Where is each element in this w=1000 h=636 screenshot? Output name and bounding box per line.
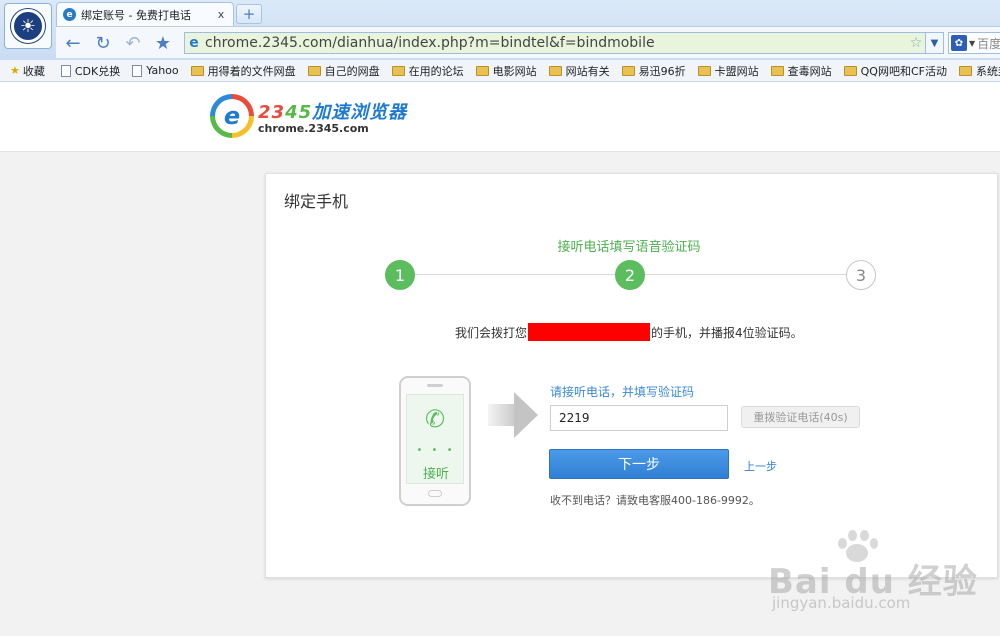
new-tab-button[interactable]: + <box>236 4 262 24</box>
redacted-phone-number <box>528 323 651 341</box>
bookmark-label: 用得着的文件网盘 <box>207 64 296 78</box>
tab-close-icon[interactable]: x <box>215 8 227 21</box>
undo-close-icon[interactable]: ↶ <box>122 32 144 54</box>
tab-favicon-icon: e <box>63 8 76 21</box>
search-engine-dropdown-icon[interactable]: ▼ <box>969 39 975 48</box>
dial-notice: 我们会拨打您 的手机，并播报4位验证码。 <box>455 323 803 341</box>
bookmark-label: CDK兑换 <box>74 64 121 78</box>
bookmark-label: 系统封装 <box>975 64 1000 78</box>
phone-illustration: ✆ • • • 接听 <box>399 376 471 506</box>
step-3: 3 <box>846 260 876 290</box>
star-icon: ★ <box>10 64 20 77</box>
answer-label: 接听 <box>422 467 449 482</box>
step-1: 1 <box>385 260 415 290</box>
bookmark-label: 在用的论坛 <box>408 64 464 78</box>
bookmark-label: 收藏 <box>22 64 45 78</box>
bookmark-item[interactable]: QQ网吧和CF活动 <box>843 63 947 79</box>
bookmark-label: Yahoo <box>146 64 179 77</box>
next-step-button[interactable]: 下一步 <box>549 449 729 479</box>
bookmark-item[interactable]: 电影网站 <box>475 63 537 79</box>
url-text[interactable]: chrome.2345.com/dianhua/index.php?m=bind… <box>203 35 907 51</box>
bookmark-label: 查毒网站 <box>787 64 832 78</box>
navigation-bar: ← ↻ ↶ ★ e chrome.2345.com/dianhua/index.… <box>56 26 1000 58</box>
bookmarks-bar: ★ 收藏 CDK兑换 Yahoo 用得着的文件网盘 自己的网盘 在用的论坛 电影网站 网站有关 易… <box>0 60 1000 82</box>
bookmark-label: 自己的网盘 <box>324 64 380 78</box>
bookmark-item[interactable]: 在用的论坛 <box>391 63 464 79</box>
folder-icon <box>391 65 405 76</box>
step-2: 2 <box>615 260 645 290</box>
browser-logo-icon: ☀ <box>11 9 45 43</box>
folder-icon <box>621 65 635 76</box>
step-caption: 接听电话填写语音验证码 <box>557 240 701 255</box>
bookmark-label: QQ网吧和CF活动 <box>860 64 947 78</box>
bookmark-item[interactable]: 网站有关 <box>548 63 610 79</box>
address-bar[interactable]: e chrome.2345.com/dianhua/index.php?m=bi… <box>184 32 944 54</box>
folder-icon <box>843 65 857 76</box>
watermark-url: jingyan.baidu.com <box>772 594 911 612</box>
folder-icon <box>190 65 204 76</box>
folder-icon <box>548 65 562 76</box>
bookmark-item[interactable]: 自己的网盘 <box>307 63 380 79</box>
bookmark-item[interactable]: 卡盟网站 <box>697 63 759 79</box>
bookmark-star-icon[interactable]: ☆ <box>907 35 925 51</box>
folder-icon <box>958 65 972 76</box>
bookmark-item[interactable]: ★ 收藏 <box>10 63 45 79</box>
page-ie-icon: e <box>189 35 199 51</box>
browser-menu-button[interactable]: ☀ <box>4 3 52 49</box>
refresh-icon[interactable]: ↻ <box>92 32 114 54</box>
bookmark-item[interactable]: 易迅96折 <box>621 63 686 79</box>
browser-e-logo-icon: e <box>210 94 254 138</box>
support-help-text: 收不到电话？请致电客服400-186-9992。 <box>550 494 760 507</box>
previous-step-link[interactable]: 上一步 <box>744 458 777 474</box>
bookmark-label: 网站有关 <box>565 64 610 78</box>
page-title: 绑定手机 <box>284 192 349 211</box>
tab-title: 绑定账号 - 免费打电话 <box>81 8 191 22</box>
baidu-jingyan-watermark: Bai du 经验 jingyan.baidu.com <box>768 528 998 618</box>
favorite-star-icon[interactable]: ★ <box>152 32 174 54</box>
verification-code-input[interactable] <box>550 405 728 431</box>
folder-icon <box>697 65 711 76</box>
brand-title: 2345加速浏览器 <box>258 101 408 123</box>
browser-chrome: ☀ e 绑定账号 - 免费打电话 x + ← ↻ ↶ ★ e chrome.23… <box>0 0 1000 60</box>
baidu-paw-icon: ✿ <box>951 35 967 51</box>
dial-notice-before: 我们会拨打您 <box>455 325 528 340</box>
bookmark-label: 易迅96折 <box>638 64 686 78</box>
search-box[interactable]: ✿ ▼ 百度 <box>948 32 1000 54</box>
bookmark-label: 卡盟网站 <box>714 64 759 78</box>
right-arrow-icon <box>488 392 538 438</box>
bookmark-item[interactable]: CDK兑换 <box>60 63 121 79</box>
search-placeholder: 百度 <box>977 36 1000 51</box>
chevron-down-icon[interactable]: ▼ <box>925 33 943 53</box>
back-arrow-icon[interactable]: ← <box>62 32 84 54</box>
page-icon <box>132 64 143 77</box>
bookmark-item[interactable]: 用得着的文件网盘 <box>190 63 296 79</box>
bind-phone-card: 绑定手机 接听电话填写语音验证码 1 2 3 我们会拨打您 的手机，并播报4位验… <box>265 173 998 578</box>
site-header: e 2345加速浏览器 chrome.2345.com <box>0 82 1000 152</box>
dial-notice-after: 的手机，并播报4位验证码。 <box>651 325 803 340</box>
phone-handset-icon: ✆ <box>425 405 446 433</box>
ringing-dots: • • • <box>416 445 456 456</box>
bookmark-item[interactable]: 查毒网站 <box>770 63 832 79</box>
bookmark-label: 电影网站 <box>492 64 537 78</box>
folder-icon <box>770 65 784 76</box>
folder-icon <box>307 65 321 76</box>
page-icon <box>60 64 71 77</box>
site-logo[interactable]: e 2345加速浏览器 chrome.2345.com <box>210 94 407 138</box>
folder-icon <box>475 65 489 76</box>
bookmark-item[interactable]: Yahoo <box>132 64 179 77</box>
redial-button[interactable]: 重拨验证电话(40s) <box>741 406 860 428</box>
browser-tab[interactable]: e 绑定账号 - 免费打电话 x <box>56 2 234 26</box>
code-form-label: 请接听电话，并填写验证码 <box>550 385 695 399</box>
bookmark-item[interactable]: 系统封装 <box>958 63 1000 79</box>
